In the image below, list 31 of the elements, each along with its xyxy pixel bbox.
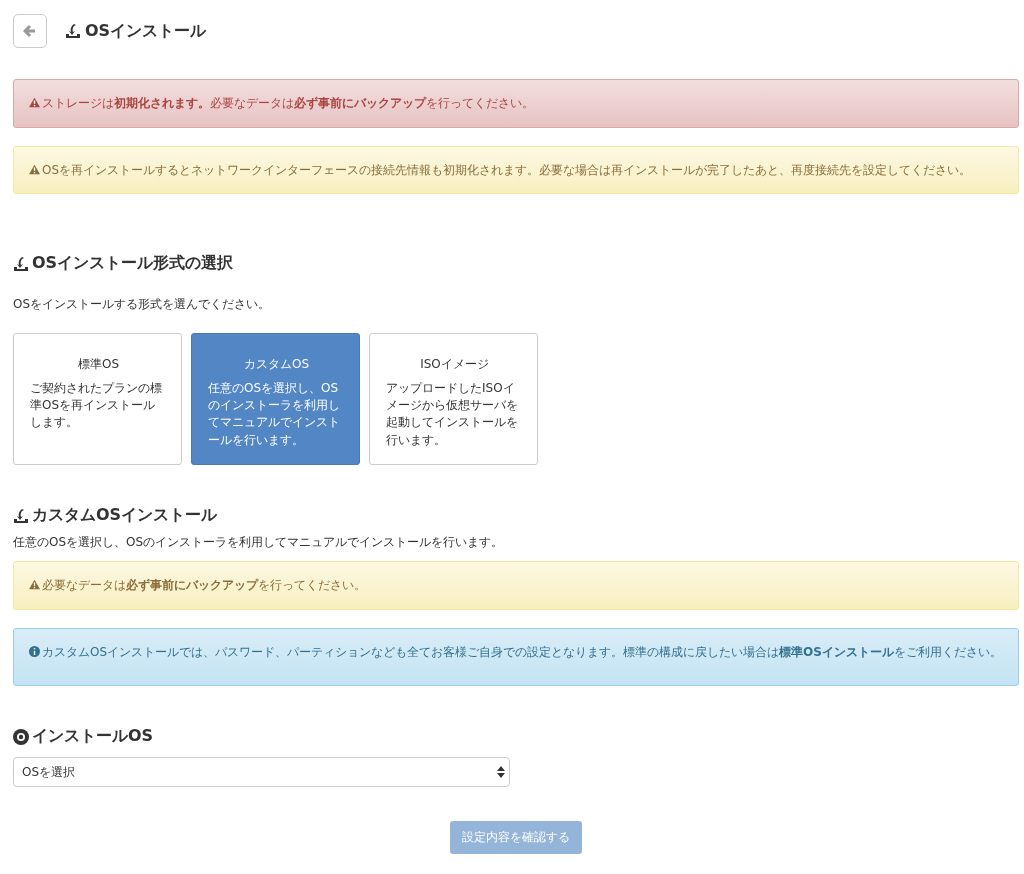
left-arrow-icon (23, 24, 37, 38)
card-title: ISOイメージ (419, 356, 490, 374)
card-description: 任意のOSを選択し、OSのインストーラを利用してマニュアルでインストールを行います。 (208, 379, 341, 449)
section-title: OSインストール形式の選択 (32, 253, 234, 275)
disc-icon (13, 728, 29, 745)
page-title: OSインストール (85, 20, 207, 42)
alert-message: カスタムOSインストールでは、パスワード、パーティションなども全てお客様ご自身での設定となります。標準の構成に戻したい場合は標準OSインストールをご利用ください。 (29, 642, 1003, 662)
install-icon (13, 255, 29, 272)
section-title: インストールOS (32, 726, 154, 748)
warning-icon (29, 163, 40, 175)
alert-message: 必要なデータは必ず事前にバックアップを行ってください。 (29, 576, 1003, 595)
install-icon (13, 507, 29, 524)
os-select[interactable]: OSを選択 (13, 757, 510, 788)
section-description: 任意のOSを選択し、OSのインストーラを利用してマニュアルでインストールを行います。 (13, 534, 505, 552)
back-button[interactable] (13, 14, 47, 48)
card-title: 標準OS (76, 356, 121, 374)
install-type-card[interactable]: 標準OS ご契約されたプランの標準OSを再インストールします。 (13, 333, 182, 466)
sort-arrows-icon (497, 766, 505, 779)
alert-message: ストレージは初期化されます。必要なデータは必ず事前にバックアップを行ってください。 (29, 94, 1003, 113)
card-title: カスタムOS (242, 356, 311, 374)
install-icon (65, 23, 81, 39)
install-type-card[interactable]: カスタムOS 任意のOSを選択し、OSのインストーラを利用してマニュアルでインストールを行います。 (191, 333, 360, 466)
warning-icon (29, 579, 40, 591)
card-description: ご契約されたプランの標準OSを再インストールします。 (30, 379, 163, 432)
section-title: カスタムOSインストール (32, 505, 218, 527)
alert-message: OSを再インストールするとネットワークインターフェースの接続先情報も初期化されます。必要な場合は再インストールが完了したあと、再度接続先を設定してください。 (29, 160, 1003, 180)
warning-icon (29, 97, 40, 108)
install-type-card[interactable]: ISOイメージ アップロードしたISOイメージから仮想サーバを起動してインストールを行います。 (369, 333, 538, 466)
section-description: OSをインストールする形式を選んでください。 (13, 296, 272, 314)
card-description: アップロードしたISOイメージから仮想サーバを起動してインストールを行います。 (386, 379, 519, 449)
info-icon (29, 645, 40, 657)
